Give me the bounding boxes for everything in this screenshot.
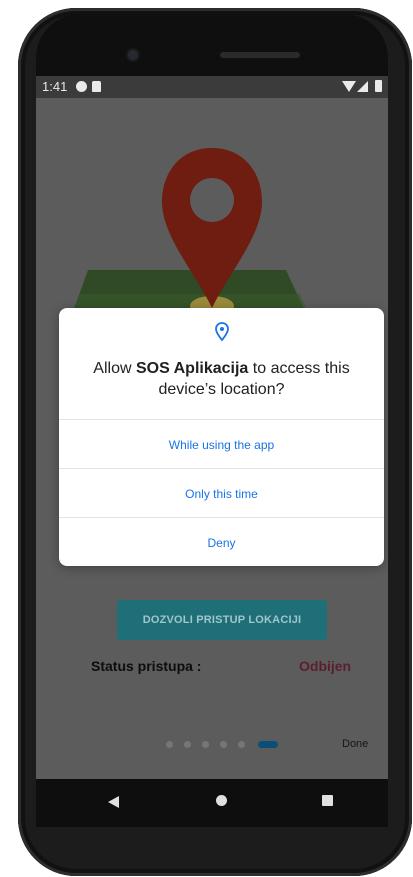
only-this-time-option[interactable]: Only this time <box>59 468 384 518</box>
back-icon[interactable] <box>108 796 119 808</box>
page-dot[interactable] <box>166 741 173 748</box>
access-status-value: Odbijen <box>299 658 352 674</box>
page-dot-active[interactable] <box>258 741 278 748</box>
screen: 1:41 DOZVOLI PRISTUP LOKACIJI Status pri… <box>36 76 388 779</box>
pin-hole <box>190 178 234 222</box>
done-button[interactable]: Done <box>342 738 368 750</box>
home-icon[interactable] <box>216 795 227 806</box>
navigation-bar <box>36 779 388 827</box>
deny-option[interactable]: Deny <box>59 517 384 567</box>
page-dot[interactable] <box>202 741 209 748</box>
allow-location-button[interactable]: DOZVOLI PRISTUP LOKACIJI <box>117 600 327 640</box>
page-dot[interactable] <box>220 741 227 748</box>
access-status-label: Status pristupa : <box>91 658 202 674</box>
recents-icon[interactable] <box>322 795 333 806</box>
location-permission-dialog: Allow SOS Aplikacija to access this devi… <box>59 308 384 566</box>
front-camera <box>128 50 138 60</box>
page-dot[interactable] <box>184 741 191 748</box>
page-dot[interactable] <box>238 741 245 748</box>
location-pin-icon <box>215 322 229 342</box>
phone-top-bezel <box>36 14 388 76</box>
dialog-title: Allow SOS Aplikacija to access this devi… <box>93 360 350 398</box>
earpiece-speaker <box>220 52 300 58</box>
while-using-app-option[interactable]: While using the app <box>59 419 384 469</box>
app-name: SOS Aplikacija <box>135 360 249 377</box>
